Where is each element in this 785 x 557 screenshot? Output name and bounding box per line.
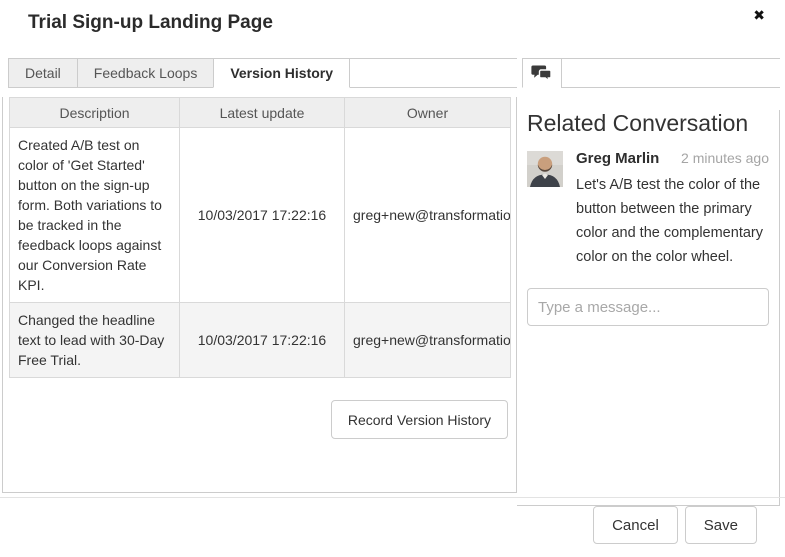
cancel-button[interactable]: Cancel (593, 506, 678, 544)
page-title: Trial Sign-up Landing Page (28, 12, 273, 34)
description-cell: Changed the headline text to lead with 3… (10, 303, 180, 378)
description-cell: Created A/B test on color of 'Get Starte… (10, 128, 180, 303)
conversation-message: Greg Marlin 2 minutes ago Let's A/B test… (527, 150, 769, 269)
tab-filler (561, 58, 780, 88)
owner-cell: greg+new@transformatio (345, 303, 511, 378)
conversation-panel: Related Conversation Greg Marlin (517, 58, 780, 506)
tab-detail[interactable]: Detail (8, 58, 78, 88)
record-version-history-button[interactable]: Record Version History (331, 400, 508, 439)
table-header-row: Description Latest update Owner (10, 98, 511, 128)
chat-bubbles-icon (531, 65, 553, 82)
detail-tabs-panel: Detail Feedback Loops Version History De… (2, 58, 517, 493)
column-header-latest-update: Latest update (180, 98, 345, 128)
tab-feedback-loops[interactable]: Feedback Loops (77, 58, 215, 88)
tab-filler (350, 58, 517, 88)
footer-actions: Cancel Save (593, 506, 757, 544)
table-row: Created A/B test on color of 'Get Starte… (10, 128, 511, 303)
avatar (527, 151, 563, 187)
close-icon[interactable]: ✖ (753, 5, 765, 25)
conversation-content: Related Conversation Greg Marlin (517, 110, 780, 506)
latest-update-cell: 10/03/2017 17:22:16 (180, 303, 345, 378)
table-row: Changed the headline text to lead with 3… (10, 303, 511, 378)
column-header-description: Description (10, 98, 180, 128)
conversation-tab-bar (517, 58, 780, 88)
column-header-owner: Owner (345, 98, 511, 128)
latest-update-cell: 10/03/2017 17:22:16 (180, 128, 345, 303)
footer-divider (0, 497, 785, 498)
message-text: Let's A/B test the color of the button b… (576, 173, 769, 269)
tab-version-history[interactable]: Version History (213, 58, 350, 88)
tab-bar: Detail Feedback Loops Version History (2, 58, 517, 88)
owner-cell: greg+new@transformatio (345, 128, 511, 303)
save-button[interactable]: Save (685, 506, 757, 544)
message-input[interactable] (527, 288, 769, 326)
version-history-table: Description Latest update Owner Created … (9, 97, 511, 378)
conversation-heading: Related Conversation (527, 110, 769, 137)
message-author: Greg Marlin (576, 150, 659, 167)
version-history-content: Description Latest update Owner Created … (2, 97, 517, 493)
tab-conversation[interactable] (522, 58, 562, 88)
message-timestamp: 2 minutes ago (681, 150, 769, 166)
